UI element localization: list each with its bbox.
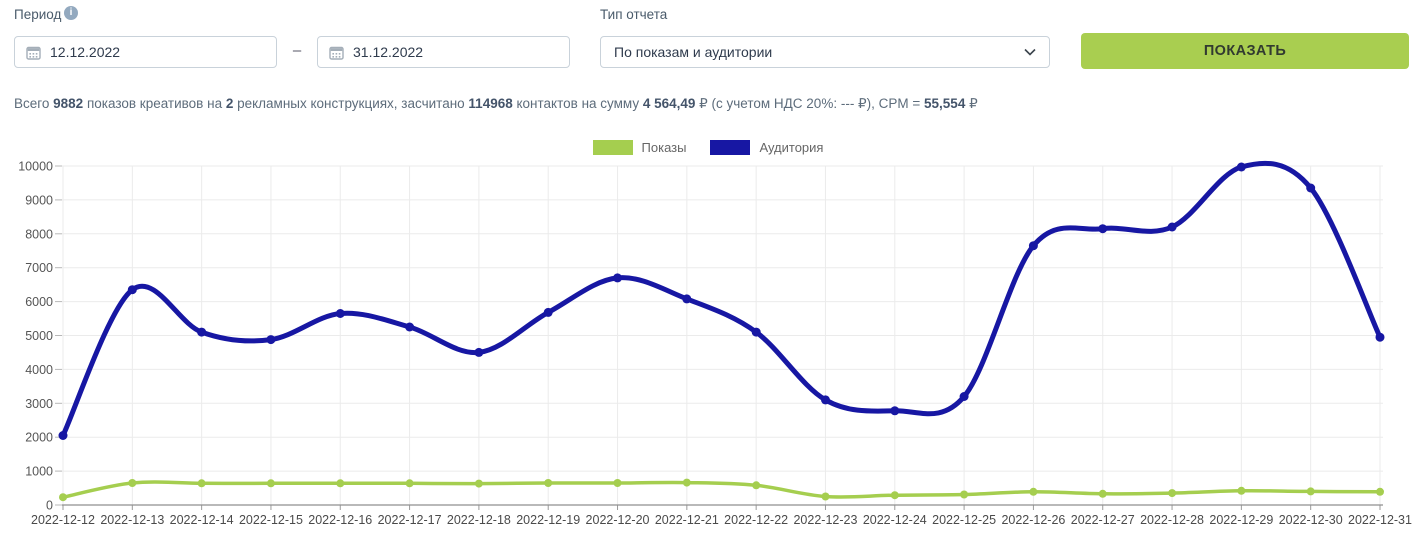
svg-text:2022-12-31: 2022-12-31 xyxy=(1348,513,1412,527)
svg-text:4000: 4000 xyxy=(25,363,53,377)
svg-text:2022-12-18: 2022-12-18 xyxy=(447,513,511,527)
svg-text:2022-12-30: 2022-12-30 xyxy=(1279,513,1343,527)
svg-text:10000: 10000 xyxy=(18,160,53,174)
chevron-down-icon xyxy=(1024,48,1036,56)
svg-text:2022-12-14: 2022-12-14 xyxy=(170,513,234,527)
svg-text:2022-12-25: 2022-12-25 xyxy=(932,513,996,527)
svg-text:2022-12-21: 2022-12-21 xyxy=(655,513,719,527)
svg-text:2022-12-28: 2022-12-28 xyxy=(1140,513,1204,527)
svg-text:1000: 1000 xyxy=(25,465,53,479)
legend-label: Аудитория xyxy=(759,140,824,155)
svg-text:5000: 5000 xyxy=(25,329,53,343)
legend-item-impressions[interactable]: Показы xyxy=(592,140,687,155)
svg-text:2022-12-27: 2022-12-27 xyxy=(1071,513,1135,527)
cpm-value: 55,554 xyxy=(924,96,966,111)
report-type-value: По показам и аудитории xyxy=(614,44,773,60)
svg-text:2000: 2000 xyxy=(25,431,53,445)
date-range-separator: – xyxy=(292,42,302,59)
report-page: Период i 12.12.2022 – 31.12.2022 Тип отч… xyxy=(0,0,1416,539)
audience-swatch xyxy=(710,140,751,155)
svg-text:2022-12-15: 2022-12-15 xyxy=(239,513,303,527)
svg-text:0: 0 xyxy=(46,499,53,513)
info-icon[interactable]: i xyxy=(64,6,78,20)
svg-text:7000: 7000 xyxy=(25,261,53,275)
summary-text: Всего 9882 показов креативов на 2 реклам… xyxy=(14,96,978,111)
date-to-input[interactable]: 31.12.2022 xyxy=(317,36,570,68)
svg-text:8000: 8000 xyxy=(25,227,53,241)
chart-legend: Показы Аудитория xyxy=(0,140,1416,155)
date-to-value: 31.12.2022 xyxy=(353,44,424,60)
show-button[interactable]: ПОКАЗАТЬ xyxy=(1081,33,1409,69)
contacts-total: 114968 xyxy=(468,96,513,111)
period-label: Период xyxy=(14,7,62,22)
legend-label: Показы xyxy=(641,140,687,155)
svg-text:9000: 9000 xyxy=(25,193,53,207)
impressions-swatch xyxy=(592,140,633,155)
report-line-chart[interactable]: 0 1000 2000 3000 4000 5000 6000 7000 8000 9000 100… xyxy=(0,155,1416,539)
svg-text:6000: 6000 xyxy=(25,295,53,309)
svg-text:2022-12-17: 2022-12-17 xyxy=(378,513,442,527)
date-from-value: 12.12.2022 xyxy=(50,44,121,60)
svg-text:2022-12-19: 2022-12-19 xyxy=(516,513,580,527)
svg-text:3000: 3000 xyxy=(25,397,53,411)
impressions-total: 9882 xyxy=(53,96,84,111)
svg-text:2022-12-12: 2022-12-12 xyxy=(31,513,95,527)
report-type-select[interactable]: По показам и аудитории xyxy=(600,36,1050,68)
calendar-icon xyxy=(329,46,344,60)
svg-text:2022-12-29: 2022-12-29 xyxy=(1209,513,1273,527)
svg-text:2022-12-23: 2022-12-23 xyxy=(793,513,857,527)
svg-text:2022-12-13: 2022-12-13 xyxy=(100,513,164,527)
svg-text:2022-12-22: 2022-12-22 xyxy=(724,513,788,527)
svg-text:2022-12-24: 2022-12-24 xyxy=(863,513,927,527)
report-type-label: Тип отчета xyxy=(600,7,668,22)
legend-item-audience[interactable]: Аудитория xyxy=(710,140,823,155)
sum-value: 4 564,49 xyxy=(642,96,696,111)
svg-text:2022-12-26: 2022-12-26 xyxy=(1001,513,1065,527)
calendar-icon xyxy=(26,46,41,60)
svg-text:2022-12-16: 2022-12-16 xyxy=(308,513,372,527)
svg-text:2022-12-20: 2022-12-20 xyxy=(586,513,650,527)
date-from-input[interactable]: 12.12.2022 xyxy=(14,36,277,68)
